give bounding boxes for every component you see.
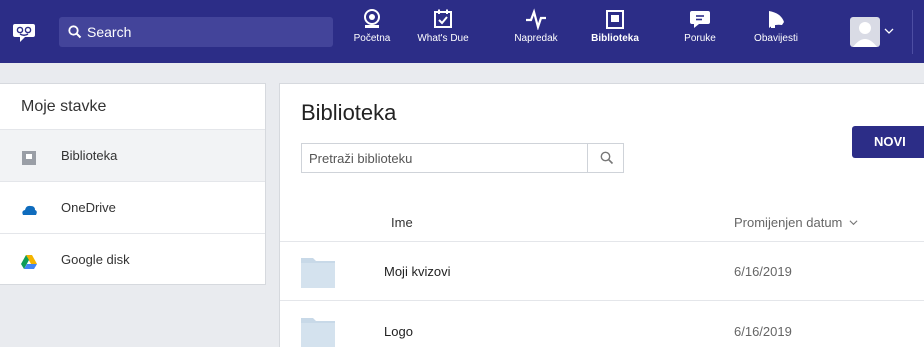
new-button[interactable]: NOVI xyxy=(852,126,924,158)
nav-label-notifications: Obavijesti xyxy=(754,33,798,44)
table-row[interactable]: Moji kvizovi 6/16/2019 xyxy=(280,242,924,301)
chat-bubble-icon xyxy=(690,11,710,28)
calendar-check-icon xyxy=(434,9,452,28)
google-drive-icon xyxy=(21,255,37,269)
nav-item-progress[interactable]: Napredak xyxy=(507,8,565,56)
sidebar-title: Moje stavke xyxy=(0,84,265,130)
megaphone-icon xyxy=(769,11,784,28)
onedrive-icon xyxy=(22,205,37,215)
topbar-divider xyxy=(912,10,913,54)
column-header-name[interactable]: Ime xyxy=(391,215,413,230)
global-search-label: Search xyxy=(87,24,132,40)
page-title: Biblioteka xyxy=(301,100,397,125)
sidebar-item-label: Biblioteka xyxy=(61,148,118,163)
search-divider xyxy=(587,144,588,172)
user-avatar[interactable] xyxy=(850,17,880,47)
library-search-input[interactable] xyxy=(302,144,587,172)
column-header-date[interactable]: Promijenjen datum xyxy=(734,215,858,230)
global-search[interactable]: Search xyxy=(59,17,333,47)
sidebar-item-label: OneDrive xyxy=(61,200,116,215)
library-icon xyxy=(22,151,36,165)
row-date: 6/16/2019 xyxy=(734,324,792,339)
pulse-icon xyxy=(526,8,546,30)
row-name: Logo xyxy=(384,324,413,339)
row-date: 6/16/2019 xyxy=(734,264,792,279)
sidebar-item-onedrive[interactable]: OneDrive xyxy=(0,182,265,234)
chevron-down-icon[interactable] xyxy=(884,26,894,36)
search-icon[interactable] xyxy=(600,151,614,165)
nav-label-progress: Napredak xyxy=(514,33,558,44)
library-icon xyxy=(606,10,624,29)
chevron-down-icon xyxy=(849,220,858,226)
sidebar-item-google-drive[interactable]: Google disk xyxy=(0,234,265,286)
sidebar: Moje stavke Biblioteka OneDrive Google d… xyxy=(0,83,266,285)
library-panel: Biblioteka NOVI Ime Promijenjen datum Mo… xyxy=(279,83,924,347)
top-navigation-bar: Search Početna What's Due Napredak Bibli… xyxy=(0,0,924,63)
sidebar-item-label: Google disk xyxy=(61,252,130,267)
nav-item-messages[interactable]: Poruke xyxy=(677,8,723,56)
table-row[interactable]: Logo 6/16/2019 xyxy=(280,302,924,347)
nav-label-library: Biblioteka xyxy=(591,33,639,44)
nav-item-library[interactable]: Biblioteka xyxy=(585,8,645,56)
edmodo-logo-icon[interactable] xyxy=(12,20,36,44)
sidebar-item-library[interactable]: Biblioteka xyxy=(0,130,265,182)
folder-icon xyxy=(301,258,335,288)
column-header-date-label: Promijenjen datum xyxy=(734,215,843,230)
row-name: Moji kvizovi xyxy=(384,264,451,279)
nav-item-notifications[interactable]: Obavijesti xyxy=(749,8,803,56)
nav-label-home: Početna xyxy=(353,33,391,44)
nav-item-whats-due[interactable]: What's Due xyxy=(408,8,478,56)
folder-icon xyxy=(301,318,335,347)
nav-label-messages: Poruke xyxy=(684,33,716,44)
nav-item-home[interactable]: Početna xyxy=(350,8,394,56)
library-search xyxy=(301,143,624,173)
avatar-placeholder-icon xyxy=(853,22,877,47)
search-icon xyxy=(68,25,82,39)
nav-label-whats-due: What's Due xyxy=(417,33,469,44)
home-icon xyxy=(364,9,380,28)
